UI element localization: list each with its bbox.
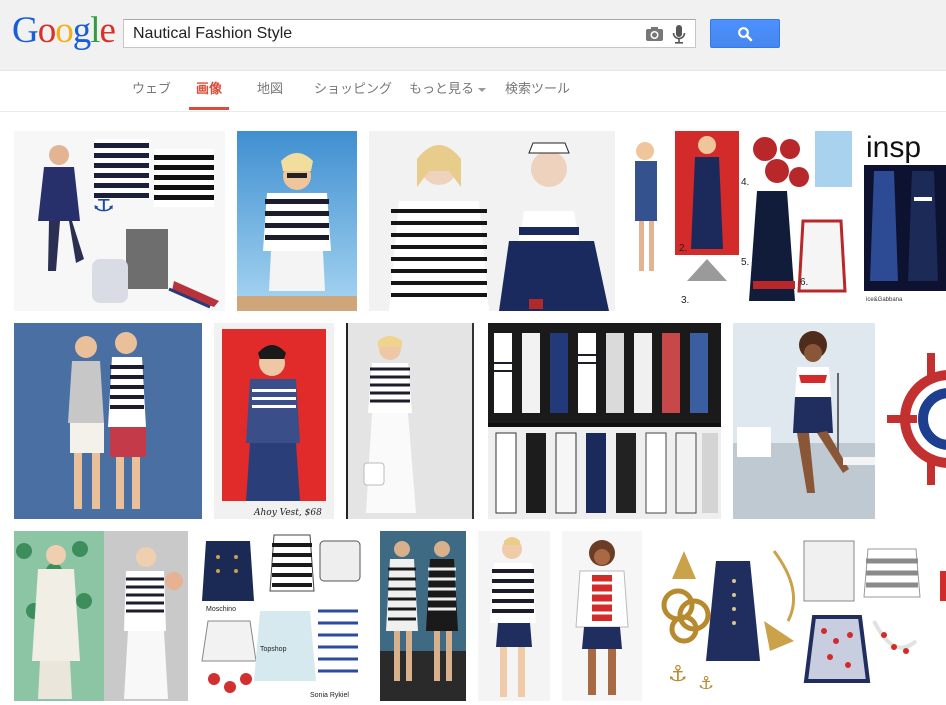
svg-text:Ahoy Vest, $68: Ahoy Vest, $68 — [253, 508, 322, 518]
tab-maps[interactable]: 地図 — [257, 72, 283, 110]
google-logo[interactable]: Google — [12, 10, 116, 51]
svg-text:Moschino: Moschino — [206, 606, 236, 613]
svg-text:5.: 5. — [741, 257, 749, 268]
search-button[interactable] — [710, 19, 780, 48]
tab-shopping[interactable]: ショッピング — [314, 72, 392, 110]
tab-more[interactable]: もっと見る — [409, 72, 487, 110]
search-tabs: ウェブ 画像 地図 ショッピング もっと見る 検索ツール — [0, 72, 946, 112]
camera-icon[interactable] — [645, 26, 664, 42]
svg-text:⚓: ⚓ — [698, 673, 714, 694]
svg-text:Sonia Rykiel: Sonia Rykiel — [310, 692, 349, 699]
image-result[interactable]: 2. 3. 4. 5. 6. — [627, 131, 852, 311]
image-result[interactable]: insp ice&Gabbana — [864, 131, 946, 311]
svg-text:⚓: ⚓ — [668, 662, 688, 687]
image-result[interactable] — [14, 323, 202, 519]
logo-letter: o — [37, 10, 56, 51]
image-result[interactable] — [380, 531, 466, 701]
image-result[interactable] — [887, 323, 946, 519]
mic-icon[interactable] — [672, 24, 686, 45]
image-result[interactable]: ⚓ ⚓ — [654, 531, 926, 701]
header-bar: Google — [0, 0, 946, 71]
logo-letter: g — [72, 10, 91, 51]
svg-text:6.: 6. — [800, 277, 808, 288]
image-result[interactable] — [562, 531, 642, 701]
logo-letter: l — [90, 10, 100, 51]
tab-web[interactable]: ウェブ — [132, 72, 171, 110]
svg-text:4.: 4. — [741, 177, 749, 188]
svg-text:2.: 2. — [679, 243, 687, 254]
image-result[interactable] — [369, 131, 615, 311]
svg-text:ice&Gabbana: ice&Gabbana — [866, 297, 903, 303]
svg-text:3.: 3. — [681, 295, 689, 306]
image-result[interactable] — [14, 531, 188, 701]
image-result[interactable]: Ahoy Vest, $68 — [214, 323, 334, 519]
image-results-grid: ⚓ 2. 3. 4. 5. 6. insp ice&Gabbana Ahoy V… — [0, 113, 946, 705]
search-box[interactable] — [123, 19, 696, 48]
svg-text:insp: insp — [866, 131, 921, 164]
svg-text:Topshop: Topshop — [260, 646, 287, 653]
tab-images[interactable]: 画像 — [189, 72, 230, 110]
image-result[interactable] — [237, 131, 357, 311]
image-result[interactable]: Moschino Topshop Sonia Rykiel — [200, 531, 368, 701]
search-icon — [738, 27, 753, 42]
caret-down-icon — [478, 87, 487, 92]
image-result[interactable] — [938, 531, 946, 701]
image-result[interactable] — [488, 323, 721, 519]
logo-letter: e — [99, 10, 116, 51]
image-result[interactable] — [733, 323, 875, 519]
logo-letter: o — [55, 10, 73, 51]
image-result[interactable] — [346, 323, 474, 519]
tab-search-tools[interactable]: 検索ツール — [505, 72, 570, 110]
logo-letter: G — [12, 10, 39, 51]
image-result[interactable] — [478, 531, 550, 701]
image-result[interactable]: ⚓ — [14, 131, 225, 311]
search-input[interactable] — [124, 20, 629, 47]
tab-more-label: もっと見る — [409, 82, 475, 97]
